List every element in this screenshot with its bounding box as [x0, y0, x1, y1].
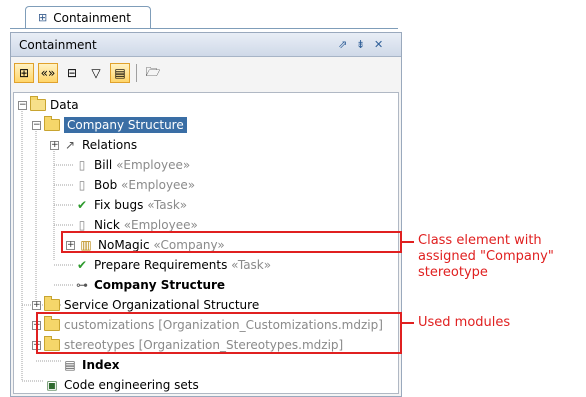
callout-line-modules: [402, 322, 414, 324]
callout-class-element: Class element with assigned "Company" st…: [418, 233, 554, 280]
tree-node-bob[interactable]: ▯ Bob «Employee»: [74, 175, 195, 195]
expand-toggle[interactable]: +: [32, 300, 41, 310]
expand-toggle[interactable]: +: [50, 140, 59, 150]
diagram-icon: ⊶: [76, 278, 88, 292]
nomagic-highlight-box: [61, 231, 402, 253]
filter-icon[interactable]: ▽: [86, 63, 106, 83]
collapse-toggle[interactable]: −: [32, 120, 41, 130]
tree-node-company-structure[interactable]: − Company Structure: [32, 115, 187, 135]
float-icon[interactable]: ⇗: [338, 38, 347, 51]
instance-icon: ▯: [78, 158, 86, 172]
tree-node-prepare-requirements[interactable]: ✔ Prepare Requirements «Task»: [74, 255, 271, 275]
folder-icon: [44, 116, 60, 132]
folder-icon: [44, 296, 60, 312]
panel-toolbar: ⊞ «» ⊟ ▽ ▤ 🗁: [14, 60, 163, 86]
toolbar-separator: [136, 64, 137, 82]
auto-sync-icon[interactable]: ▤: [110, 63, 130, 83]
panel-title: Containment: [19, 37, 97, 52]
tab-divider: [10, 28, 398, 29]
tree-node-data[interactable]: − Data: [18, 95, 79, 115]
show-stereotypes-icon[interactable]: «»: [38, 63, 58, 83]
open-folder-icon[interactable]: 🗁: [143, 63, 163, 83]
task-check-icon: ✔: [76, 258, 88, 272]
code-engineering-icon: ▣: [46, 378, 58, 392]
collapse-toggle[interactable]: −: [18, 100, 27, 110]
tab-label: Containment: [53, 10, 131, 25]
tree-node-fix-bugs[interactable]: ✔ Fix bugs «Task»: [74, 195, 187, 215]
table-icon: ▤: [64, 358, 76, 372]
tree-node-index[interactable]: ▤ Index: [62, 355, 119, 375]
task-check-icon: ✔: [76, 198, 88, 212]
tab-containment[interactable]: ⊞ Containment: [25, 6, 151, 28]
containment-icon: ⊞: [38, 11, 48, 24]
callout-line-class: [402, 241, 414, 243]
collapse-icon[interactable]: ⊟: [62, 63, 82, 83]
callout-used-modules: Used modules: [418, 315, 511, 330]
tree-node-company-structure-diagram[interactable]: ⊶ Company Structure: [74, 275, 225, 295]
pin-icon[interactable]: ⇟: [356, 38, 365, 51]
tree-node-relations[interactable]: + ↗ Relations: [50, 135, 137, 155]
instance-icon: ▯: [78, 178, 86, 192]
tree-node-code-engineering-sets[interactable]: ▣ Code engineering sets: [44, 375, 198, 395]
tree-node-bill[interactable]: ▯ Bill «Employee»: [74, 155, 191, 175]
close-icon[interactable]: ✕: [374, 38, 383, 51]
package-icon: [30, 96, 46, 112]
modules-highlight-box: [36, 312, 402, 354]
relations-icon: ↗: [64, 138, 76, 152]
expand-all-icon[interactable]: ⊞: [14, 63, 34, 83]
instance-icon: ▯: [78, 218, 86, 232]
